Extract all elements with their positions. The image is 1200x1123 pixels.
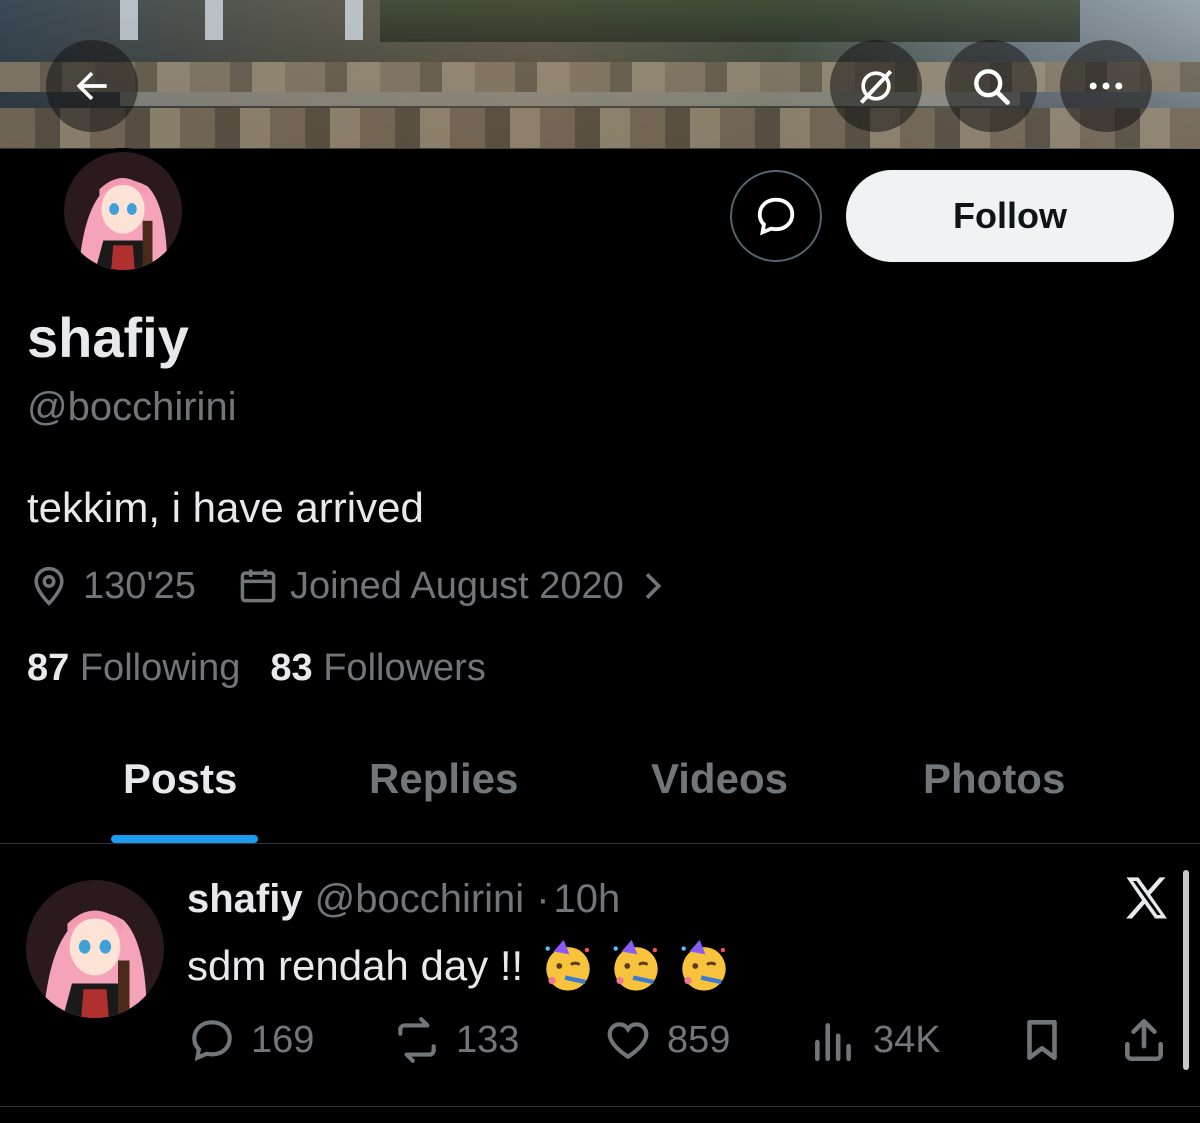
post-separator: · — [536, 877, 550, 921]
partying-face-emoji-icon — [545, 939, 590, 991]
grok-button[interactable] — [830, 40, 922, 132]
reply-icon — [192, 1020, 232, 1062]
banner-pillar — [120, 0, 138, 40]
chevron-right-icon — [645, 573, 662, 599]
x-logo-icon — [1126, 877, 1168, 919]
calendar-icon — [240, 569, 276, 603]
following-link[interactable]: 87 Following — [27, 647, 240, 690]
follow-button[interactable]: Follow — [846, 170, 1174, 262]
followers-count: 83 — [270, 647, 313, 689]
partying-face-emoji-icon — [681, 939, 726, 991]
post-author-name[interactable]: shafiy — [187, 877, 303, 922]
grok-icon — [859, 69, 893, 104]
like-button[interactable]: 859 — [603, 1015, 730, 1065]
repost-count: 133 — [456, 1018, 520, 1061]
partying-face-emoji-icon — [613, 939, 658, 991]
post-content: sdm rendah day !! — [187, 937, 733, 995]
like-count: 859 — [667, 1018, 731, 1061]
repost-button[interactable]: 133 — [392, 1015, 519, 1065]
profile-meta: 130'25 Joined August 2020 — [27, 560, 672, 612]
post-time[interactable]: 10h — [554, 877, 621, 922]
following-count: 87 — [27, 647, 70, 689]
banner-pillar — [205, 0, 223, 40]
views-button[interactable]: 34K — [809, 1015, 941, 1065]
profile-tabs: Posts Replies Videos Photos — [0, 730, 1200, 844]
banner-grass — [380, 0, 1080, 42]
message-button[interactable] — [730, 170, 822, 262]
post-actions: 169 133 859 34K — [187, 1015, 1177, 1073]
reply-button[interactable]: 169 — [187, 1015, 314, 1065]
tab-videos[interactable]: Videos — [651, 755, 788, 803]
anime-avatar-image — [64, 152, 182, 270]
profile-handle: @bocchirini — [27, 385, 237, 429]
bookmark-button[interactable] — [1017, 1015, 1067, 1065]
more-icon — [1089, 82, 1123, 90]
followers-link[interactable]: 83 Followers — [270, 647, 485, 690]
tab-replies[interactable]: Replies — [369, 755, 518, 803]
location-text: 130'25 — [83, 564, 196, 607]
joined-text: Joined August 2020 — [289, 564, 624, 607]
post-text: sdm rendah day !! — [187, 942, 524, 989]
back-button[interactable] — [46, 40, 138, 132]
search-button[interactable] — [945, 40, 1037, 132]
scrollbar[interactable] — [1183, 870, 1189, 1070]
location: 130'25 — [27, 564, 196, 608]
views-chart-icon — [815, 1023, 851, 1062]
profile-name: shafiy — [27, 306, 189, 369]
location-pin-icon — [34, 566, 64, 606]
active-tab-indicator — [111, 835, 258, 843]
post-avatar[interactable] — [26, 880, 164, 1018]
reply-count: 169 — [251, 1018, 315, 1061]
following-label: Following — [79, 647, 241, 689]
profile-bio: tekkim, i have arrived — [27, 484, 424, 531]
search-icon — [974, 69, 1010, 105]
banner-pillar — [345, 0, 363, 40]
tab-photos[interactable]: Photos — [923, 755, 1065, 803]
bookmark-icon — [1027, 1020, 1057, 1060]
repost-icon — [398, 1017, 436, 1063]
more-button[interactable] — [1060, 40, 1152, 132]
follow-stats: 87 Following 83 Followers — [27, 647, 486, 690]
message-bubble-icon — [757, 197, 795, 236]
anime-avatar-image — [26, 880, 164, 1018]
post[interactable]: shafiy @bocchirini · 10h sdm rendah day … — [0, 845, 1200, 1107]
post-header: shafiy @bocchirini · 10h — [187, 877, 620, 922]
profile-avatar[interactable] — [60, 148, 186, 274]
views-count: 34K — [873, 1018, 941, 1061]
share-icon — [1125, 1018, 1163, 1062]
joined-date[interactable]: Joined August 2020 — [236, 564, 672, 608]
heart-icon — [607, 1022, 649, 1060]
post-author-handle[interactable]: @bocchirini — [315, 877, 525, 922]
followers-label: Followers — [323, 647, 486, 689]
share-button[interactable] — [1119, 1015, 1169, 1065]
tab-posts[interactable]: Posts — [123, 755, 237, 803]
back-arrow-icon — [76, 71, 107, 101]
